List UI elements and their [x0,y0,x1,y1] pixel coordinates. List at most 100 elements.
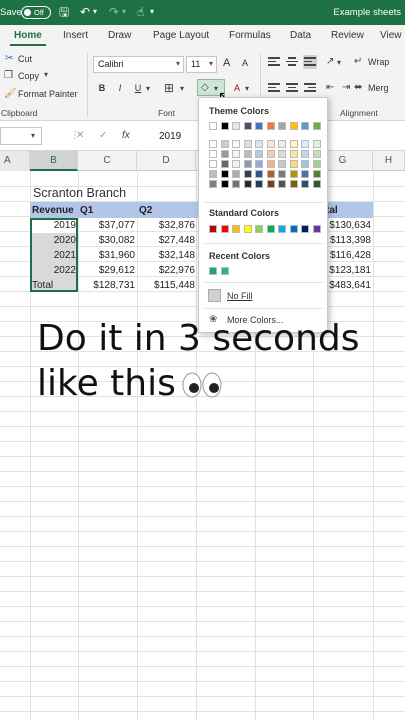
insert-function-icon[interactable]: fx [122,130,130,142]
format-painter-button[interactable]: Format Painter [18,89,78,99]
standard-color-swatch[interactable] [278,225,286,233]
redo-dropdown-icon[interactable]: ▾ [122,4,126,20]
align-middle-icon[interactable] [285,55,299,69]
redo-icon[interactable]: ↷ [109,4,119,20]
theme-color-swatch[interactable] [312,180,321,188]
standard-color-swatch[interactable] [243,225,252,233]
merge-button[interactable]: Merg [368,83,389,93]
borders-icon[interactable]: ⊞ [164,82,174,94]
italic-button[interactable]: I [113,81,127,95]
tab-data[interactable]: Data [290,30,311,41]
theme-color-swatch[interactable] [255,122,263,130]
formula-input[interactable]: 2019 [159,131,181,142]
theme-color-swatch[interactable] [278,170,286,178]
q2-cell[interactable]: $27,448 [139,235,195,246]
theme-color-swatch[interactable] [278,140,286,148]
theme-color-swatch[interactable] [232,150,240,158]
cut-button[interactable]: Cut [18,54,32,64]
scissors-icon[interactable]: ✂ [5,53,13,65]
theme-color-swatch[interactable] [301,140,309,148]
theme-color-swatch[interactable] [278,150,286,158]
theme-color-swatch[interactable] [209,180,217,188]
grow-font-button[interactable]: A [223,57,230,69]
theme-color-swatch[interactable] [209,140,217,148]
undo-dropdown-icon[interactable]: ▾ [93,4,97,20]
row-label-cell[interactable]: 2022 [32,265,76,276]
font-color-dropdown-icon[interactable]: ▾ [245,83,249,95]
merge-icon[interactable]: ⬌ [354,82,362,94]
total-label-cell[interactable]: Total [32,280,53,291]
tab-formulas[interactable]: Formulas [229,30,271,41]
wrap-text-icon[interactable]: ↵ [354,56,362,68]
column-header-h[interactable]: H [373,151,405,171]
theme-color-swatch[interactable] [220,150,229,158]
standard-color-swatch[interactable] [255,225,263,233]
theme-color-swatch[interactable] [266,150,275,158]
align-top-icon[interactable] [267,55,281,69]
theme-color-swatch[interactable] [220,160,229,168]
increase-indent-icon[interactable]: ⇥ [342,82,350,94]
theme-color-swatch[interactable] [255,160,263,168]
theme-color-swatch[interactable] [255,180,263,188]
orientation-icon[interactable]: ↗ [326,56,334,68]
standard-color-swatch[interactable] [289,225,298,233]
theme-color-swatch[interactable] [312,160,321,168]
theme-color-swatch[interactable] [289,160,298,168]
theme-color-swatch[interactable] [278,160,286,168]
theme-color-swatch[interactable] [255,150,263,158]
theme-color-swatch[interactable] [301,122,309,130]
no-fill-option[interactable]: No Fill [227,291,253,301]
font-size-combo[interactable]: 11 ▾ [186,56,217,73]
row-label-cell[interactable]: 2021 [32,250,76,261]
theme-color-swatch[interactable] [243,160,252,168]
theme-color-swatch[interactable] [289,170,298,178]
theme-color-swatch[interactable] [220,122,229,130]
standard-color-swatch[interactable] [209,225,217,233]
theme-color-swatch[interactable] [232,140,240,148]
cancel-icon[interactable]: ✕ [76,130,84,142]
theme-color-swatch[interactable] [266,180,275,188]
theme-color-swatch[interactable] [243,170,252,178]
recent-color-swatch[interactable] [220,267,229,275]
tab-insert[interactable]: Insert [63,30,88,41]
name-box[interactable]: ▾ [0,127,42,145]
tab-page-layout[interactable]: Page Layout [153,30,209,41]
q1-cell[interactable]: $29,612 [80,265,135,276]
touch-mode-icon[interactable]: ☝ [137,4,144,20]
align-right-icon[interactable] [303,81,317,95]
align-left-icon[interactable] [267,81,281,95]
row-label-cell[interactable]: 2020 [32,235,76,246]
theme-color-swatch[interactable] [289,122,298,130]
row-label-cell[interactable]: 2019 [32,220,76,231]
theme-color-swatch[interactable] [220,180,229,188]
q2-cell[interactable]: $22,976 [139,265,195,276]
theme-color-swatch[interactable] [266,140,275,148]
q1-cell[interactable]: $31,960 [80,250,135,261]
theme-color-swatch[interactable] [278,122,286,130]
theme-color-swatch[interactable] [301,160,309,168]
theme-color-swatch[interactable] [301,150,309,158]
font-color-button[interactable]: A [230,81,244,95]
theme-color-swatch[interactable] [243,150,252,158]
theme-color-swatch[interactable] [232,170,240,178]
autosave-toggle[interactable]: Off [21,6,51,19]
theme-color-swatch[interactable] [209,122,217,130]
enter-icon[interactable]: ✓ [99,130,107,142]
standard-color-swatch[interactable] [301,225,309,233]
theme-color-swatch[interactable] [243,140,252,148]
recent-color-swatch[interactable] [209,267,217,275]
theme-color-swatch[interactable] [266,170,275,178]
theme-color-swatch[interactable] [278,180,286,188]
theme-color-swatch[interactable] [312,150,321,158]
shrink-font-button[interactable]: A [242,58,248,68]
tab-home[interactable]: Home [14,30,42,41]
theme-color-swatch[interactable] [243,180,252,188]
standard-color-swatch[interactable] [266,225,275,233]
column-header-c[interactable]: C [78,151,137,171]
q2-cell[interactable]: $32,148 [139,250,195,261]
theme-color-swatch[interactable] [312,140,321,148]
orientation-dropdown-icon[interactable]: ▾ [337,57,341,69]
copy-icon[interactable]: ❐ [4,70,13,82]
tab-draw[interactable]: Draw [108,30,131,41]
format-painter-icon[interactable]: 🖌 [4,88,17,100]
